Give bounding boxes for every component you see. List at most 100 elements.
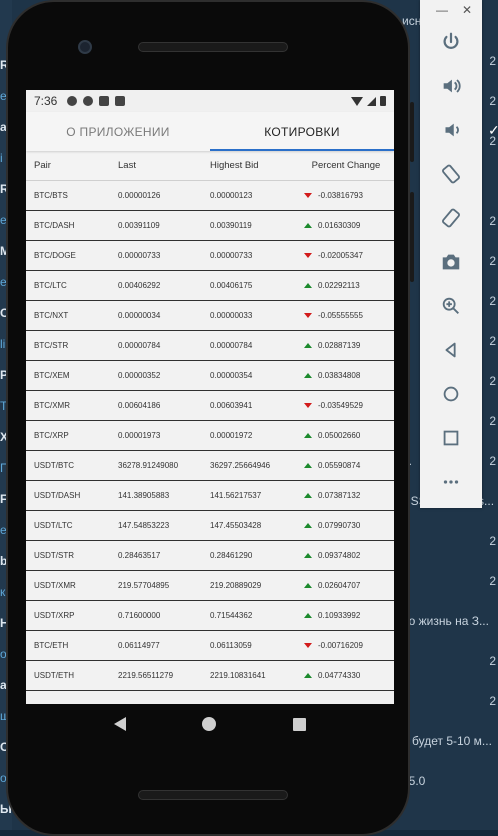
- background-line-time: 2: [489, 374, 496, 388]
- percent-change-cell: 0.07990730: [298, 521, 394, 530]
- arrow-down-icon: [304, 403, 312, 408]
- highest-bid-cell: 2219.10831641: [210, 671, 266, 680]
- home-icon[interactable]: [420, 372, 482, 416]
- power-side-button[interactable]: [410, 102, 414, 162]
- percent-change-cell: -0.03816793: [298, 191, 394, 200]
- percent-change-cell: 0.03834808: [298, 371, 394, 380]
- percent-change-cell: -0.03549529: [298, 401, 394, 410]
- nav-back-icon[interactable]: [114, 717, 127, 731]
- arrow-up-icon: [304, 613, 312, 618]
- arrow-down-icon: [304, 313, 312, 318]
- sd-card-icon: [115, 96, 126, 106]
- background-line-time: 2: [489, 214, 496, 228]
- highest-bid-cell: 0.00000354: [210, 371, 253, 380]
- arrow-down-icon: [304, 253, 312, 258]
- app-status-icon: [83, 96, 94, 106]
- percent-change-cell: 0.02604707: [298, 581, 394, 590]
- background-line-time: 2: [489, 54, 496, 68]
- table-row[interactable]: BTC/BTS 0.00000126 0.00000123 -0.03816793: [26, 181, 394, 211]
- pair-cell: USDT/STR: [34, 551, 74, 560]
- nav-recents-icon[interactable]: [292, 717, 306, 731]
- table-row[interactable]: BTC/NXT 0.00000034 0.00000033 -0.05555555: [26, 301, 394, 331]
- overview-icon[interactable]: [420, 416, 482, 460]
- background-line: 2: [400, 534, 498, 548]
- table-row[interactable]: BTC/XRP 0.00001973 0.00001972 0.05002660: [26, 421, 394, 451]
- pair-cell: BTC/XEM: [34, 371, 70, 380]
- table-row[interactable]: BTC/DOGE 0.00000733 0.00000733 -0.02005347: [26, 241, 394, 271]
- volume-up-icon[interactable]: [420, 64, 482, 108]
- zoom-icon[interactable]: [420, 284, 482, 328]
- table-row[interactable]: BTC/STR 0.00000784 0.00000784 0.02887139: [26, 331, 394, 361]
- header-pair: Pair: [34, 160, 51, 171]
- last-cell: 0.06114977: [118, 641, 160, 650]
- last-cell: 219.57704895: [118, 581, 170, 590]
- table-row[interactable]: BTC/ETH 0.06114977 0.06113059 -0.00716209: [26, 631, 394, 661]
- arrow-up-icon: [304, 283, 312, 288]
- percent-change-cell: 0.05002660: [298, 431, 394, 440]
- quotes-list[interactable]: BTC/BTS 0.00000126 0.00000123 -0.03816793 BT…: [26, 181, 394, 691]
- pair-cell: USDT/LTC: [34, 521, 73, 530]
- pair-cell: BTC/NXT: [34, 311, 69, 320]
- background-line: 25.0: [400, 774, 498, 788]
- highest-bid-cell: 0.28461290: [210, 551, 253, 560]
- header-last: Last: [118, 160, 136, 171]
- signal-icon: [367, 96, 376, 106]
- last-cell: 0.00000352: [118, 371, 161, 380]
- table-row[interactable]: USDT/BTC 36278.91249080 36297.25664946 0.05…: [26, 451, 394, 481]
- last-cell: 0.28463517: [118, 551, 161, 560]
- last-cell: 0.00000034: [118, 311, 161, 320]
- arrow-up-icon: [304, 343, 312, 348]
- volume-down-icon[interactable]: [420, 108, 482, 152]
- pair-cell: USDT/XMR: [34, 581, 76, 590]
- last-cell: 36278.91249080: [118, 461, 179, 470]
- table-row[interactable]: BTC/DASH 0.00391109 0.00390119 0.01630309: [26, 211, 394, 241]
- last-cell: 147.54853223: [118, 521, 170, 530]
- background-line-text: но жизнь на З...: [402, 614, 489, 628]
- table-row[interactable]: BTC/LTC 0.00406292 0.00406175 0.02292113: [26, 271, 394, 301]
- table-row[interactable]: USDT/STR 0.28463517 0.28461290 0.09374802: [26, 541, 394, 571]
- pair-cell: USDT/ETH: [34, 671, 74, 680]
- last-cell: 0.00604186: [118, 401, 161, 410]
- percent-change-cell: -0.00716209: [298, 641, 394, 650]
- arrow-up-icon: [304, 523, 312, 528]
- more-icon[interactable]: [420, 460, 482, 504]
- minimize-button[interactable]: —: [436, 3, 448, 17]
- percent-change-cell: 0.01630309: [298, 221, 394, 230]
- percent-change-value: 0.02604707: [318, 581, 361, 590]
- power-icon[interactable]: [420, 20, 482, 64]
- background-line-time: 2: [489, 294, 496, 308]
- pair-cell: BTC/BTS: [34, 191, 68, 200]
- table-row[interactable]: USDT/LTC 147.54853223 147.45503428 0.079907…: [26, 511, 394, 541]
- background-line-time: 2: [489, 454, 496, 468]
- camera-icon[interactable]: [420, 240, 482, 284]
- table-row[interactable]: USDT/XRP 0.71600000 0.71544362 0.10933992: [26, 601, 394, 631]
- close-button[interactable]: ✕: [462, 3, 472, 17]
- table-row[interactable]: BTC/XMR 0.00604186 0.00603941 -0.03549529: [26, 391, 394, 421]
- volume-side-button[interactable]: [410, 192, 414, 282]
- rotate-left-icon[interactable]: [420, 152, 482, 196]
- front-camera: [78, 40, 92, 54]
- nav-home-icon[interactable]: [202, 717, 217, 731]
- highest-bid-cell: 0.00406175: [210, 281, 253, 290]
- background-line: 2: [400, 694, 498, 708]
- tab-quotes[interactable]: КОТИРОВКИ: [210, 112, 394, 151]
- rotate-right-icon[interactable]: [420, 196, 482, 240]
- arrow-up-icon: [304, 433, 312, 438]
- status-time: 7:36: [34, 94, 58, 108]
- header-percent-change: Percent Change: [311, 160, 381, 171]
- back-icon[interactable]: [420, 328, 482, 372]
- percent-change-value: 0.07990730: [318, 521, 361, 530]
- table-row[interactable]: BTC/XEM 0.00000352 0.00000354 0.03834808: [26, 361, 394, 391]
- percent-change-value: -0.00716209: [318, 641, 363, 650]
- table-row[interactable]: USDT/DASH 141.38905883 141.56217537 0.07387…: [26, 481, 394, 511]
- pair-cell: USDT/XRP: [34, 611, 75, 620]
- table-row[interactable]: USDT/XMR 219.57704895 219.20889029 0.026047…: [26, 571, 394, 601]
- pair-cell: BTC/DASH: [34, 221, 75, 230]
- percent-change-cell: 0.07387132: [298, 491, 394, 500]
- percent-change-cell: -0.05555555: [298, 311, 394, 320]
- tab-about[interactable]: О ПРИЛОЖЕНИИ: [26, 112, 210, 151]
- top-speaker: [138, 42, 288, 52]
- background-line-time: 2: [489, 654, 496, 668]
- table-row[interactable]: USDT/ETH 2219.56511279 2219.10831641 0.0477…: [26, 661, 394, 691]
- background-line-time: 2: [489, 254, 496, 268]
